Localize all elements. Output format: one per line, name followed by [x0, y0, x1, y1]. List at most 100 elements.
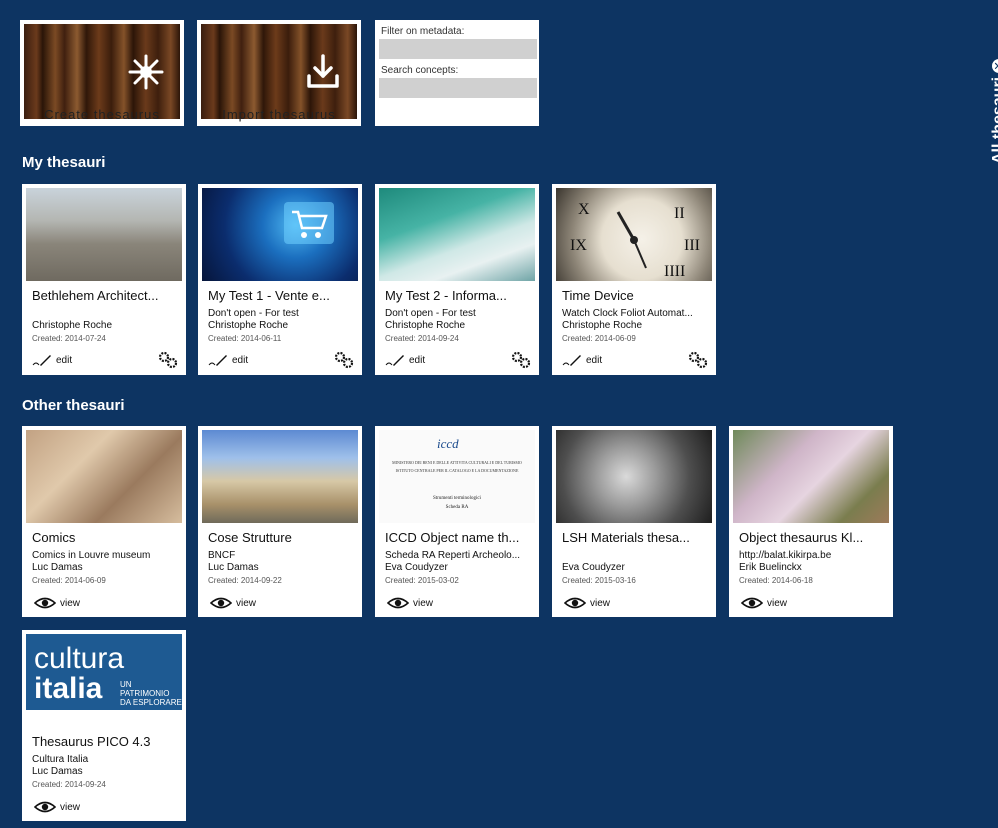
import-download-icon — [307, 54, 339, 88]
edit-label: edit — [409, 354, 426, 366]
edit-button[interactable]: edit — [385, 353, 425, 367]
cultura-tagline-1: UN PATRIMONIO — [120, 680, 170, 698]
pencil-icon — [208, 355, 227, 366]
view-label: view — [767, 597, 788, 609]
svg-text:X: X — [578, 201, 590, 218]
view-button[interactable]: view — [34, 801, 80, 813]
filter-metadata-label: Filter on metadata: — [381, 26, 465, 37]
thesaurus-card-comics[interactable]: Comics Comics in Louvre museum Luc Damas… — [22, 426, 186, 617]
svg-text:III: III — [684, 237, 700, 254]
thesaurus-thumbnail — [733, 430, 889, 523]
card-title: My Test 1 - Vente e... — [208, 288, 330, 303]
eye-icon — [387, 597, 409, 609]
thesaurus-card-my-test-1[interactable]: My Test 1 - Vente e... Don't open - For … — [198, 184, 362, 375]
thesaurus-thumbnail: cultura italia UN PATRIMONIO DA ESPLORAR… — [26, 634, 182, 710]
pencil-icon — [385, 355, 404, 366]
settings-gear-icon[interactable] — [688, 351, 708, 369]
thesaurus-card-time-device[interactable]: II III IIII IX X Time Device Watch Clock Fo… — [552, 184, 716, 375]
view-button[interactable]: view — [564, 597, 610, 609]
clock-icon: IIIII IIIIIXX — [570, 201, 700, 280]
other-thesauri-heading: Other thesauri — [22, 397, 125, 414]
card-title: Cose Strutture — [208, 530, 292, 545]
card-author: Luc Damas — [32, 562, 83, 573]
card-title: Time Device — [562, 288, 634, 303]
card-description: Scheda RA Reperti Archeolo... — [385, 550, 521, 561]
card-description: Don't open - For test — [385, 308, 476, 319]
card-description: Don't open - For test — [208, 308, 299, 319]
iccd-line-4: Scheda RA — [445, 505, 469, 510]
thesaurus-card-iccd[interactable]: iccd MINISTERO DEI BENI E DELLE ATTIVITA… — [375, 426, 539, 617]
card-created-date: Created: 2014-06-11 — [208, 334, 282, 343]
view-label: view — [60, 597, 81, 609]
thesaurus-thumbnail — [26, 430, 182, 523]
card-created-date: Created: 2014-06-09 — [32, 576, 106, 585]
all-thesauri-label: All thesauri — [990, 76, 998, 164]
thesaurus-card-cose-strutture[interactable]: Cose Strutture BNCF Luc Damas Created: 2… — [198, 426, 362, 617]
create-thesaurus-tile[interactable]: Create thesaurus — [20, 20, 184, 126]
search-concepts-input[interactable] — [379, 78, 537, 98]
card-author: Eva Coudyzer — [562, 562, 625, 573]
card-description: Comics in Louvre museum — [32, 550, 151, 561]
card-title: ICCD Object name th... — [385, 530, 520, 545]
card-created-date: Created: 2014-09-24 — [385, 334, 459, 343]
cultura-logo-tagline: UN PATRIMONIO DA ESPLORARE — [120, 680, 182, 707]
pencil-icon — [562, 355, 581, 366]
settings-gear-icon[interactable] — [511, 351, 531, 369]
card-author: Luc Damas — [32, 766, 83, 777]
iccd-line-1: MINISTERO DEI BENI E DELLE ATTIVITA CULT… — [392, 460, 522, 465]
edit-label: edit — [56, 354, 73, 366]
thesaurus-card-object-kik[interactable]: Object thesaurus Kl... http://balat.kiki… — [729, 426, 893, 617]
iccd-line-2: ISTITUTO CENTRALE PER IL CATALOGO E LA D… — [395, 468, 519, 473]
view-button[interactable]: view — [741, 597, 787, 609]
card-title: Object thesaurus Kl... — [739, 530, 864, 545]
edit-label: edit — [586, 354, 603, 366]
eye-icon — [210, 597, 232, 609]
pencil-icon — [32, 355, 51, 366]
view-label: view — [590, 597, 611, 609]
card-description: Watch Clock Foliot Automat... — [562, 308, 693, 319]
thesaurus-thumbnail — [379, 188, 535, 281]
all-thesauri-toggle[interactable]: All thesauri ✕ — [970, 14, 998, 164]
cultura-tagline-2: DA ESPLORARE — [120, 698, 182, 707]
cultura-logo-line-2: italia — [34, 672, 103, 705]
card-title: LSH Materials thesa... — [562, 530, 690, 545]
card-description: BNCF — [208, 550, 236, 561]
view-button[interactable]: view — [387, 597, 433, 609]
import-thesaurus-label: Import thesaurus — [222, 107, 336, 122]
thesaurus-card-lsh-materials[interactable]: LSH Materials thesa... Eva Coudyzer Crea… — [552, 426, 716, 617]
view-button[interactable]: view — [34, 597, 80, 609]
thesaurus-thumbnail: II III IIII IX X — [556, 188, 712, 281]
settings-gear-icon[interactable] — [334, 351, 354, 369]
view-label: view — [236, 597, 257, 609]
cultura-logo-line-1: cultura — [34, 642, 125, 675]
card-title: Thesaurus PICO 4.3 — [32, 734, 151, 749]
settings-gear-icon[interactable] — [158, 351, 178, 369]
thesaurus-card-pico[interactable]: cultura italia UN PATRIMONIO DA ESPLORAR… — [22, 630, 186, 821]
books-image — [24, 24, 180, 119]
card-title: Comics — [32, 530, 76, 545]
edit-button[interactable]: edit — [32, 353, 72, 367]
create-thesaurus-label: Create thesaurus — [44, 107, 160, 122]
svg-text:II: II — [674, 205, 685, 222]
thesaurus-card-bethlehem[interactable]: Bethlehem Architect... Christophe Roche … — [22, 184, 186, 375]
thesaurus-card-my-test-2[interactable]: My Test 2 - Informa... Don't open - For … — [375, 184, 539, 375]
import-thesaurus-tile[interactable]: Import thesaurus — [197, 20, 361, 126]
edit-label: edit — [232, 354, 249, 366]
sparkle-icon — [128, 54, 164, 90]
close-circle-icon[interactable]: ✕ — [992, 58, 998, 73]
thesaurus-thumbnail — [26, 188, 182, 281]
card-created-date: Created: 2014-09-24 — [32, 780, 106, 789]
search-panel: Filter on metadata: Search concepts: — [375, 20, 539, 126]
books-image — [201, 24, 357, 119]
svg-text:IX: IX — [570, 237, 587, 254]
eye-icon — [34, 597, 56, 609]
my-thesauri-heading: My thesauri — [22, 154, 106, 171]
eye-icon — [741, 597, 763, 609]
card-created-date: Created: 2015-03-02 — [385, 576, 459, 585]
iccd-logo: iccd — [437, 436, 459, 451]
view-label: view — [413, 597, 434, 609]
view-button[interactable]: view — [210, 597, 256, 609]
filter-metadata-input[interactable] — [379, 39, 537, 59]
edit-button[interactable]: edit — [562, 353, 602, 367]
edit-button[interactable]: edit — [208, 353, 248, 367]
